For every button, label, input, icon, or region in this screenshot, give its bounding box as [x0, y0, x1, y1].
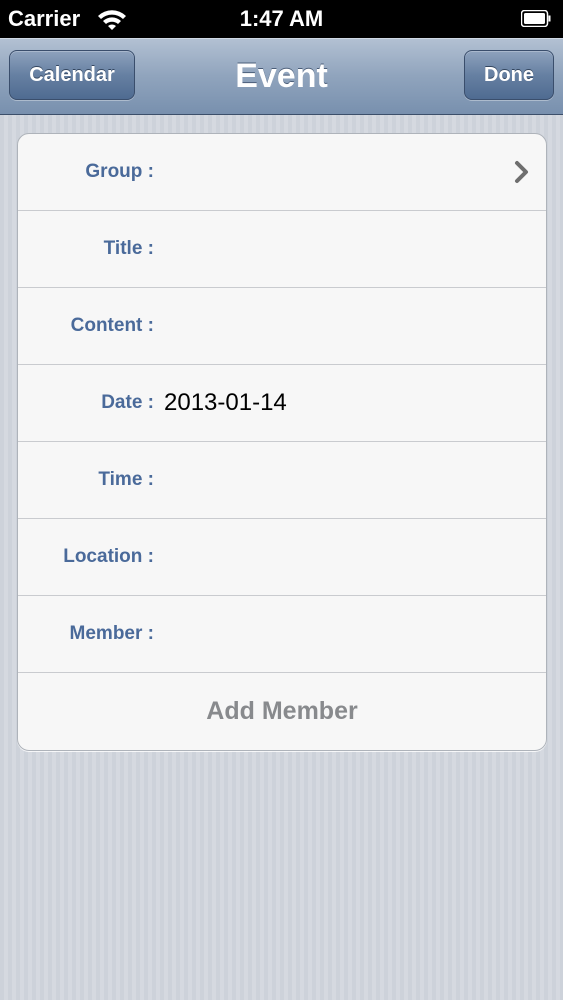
time-row[interactable]: Time : — [18, 442, 546, 519]
date-label: Date : — [101, 392, 154, 413]
status-time: 1:47 AM — [239, 6, 324, 31]
done-button[interactable]: Done — [464, 50, 554, 100]
battery-icon — [521, 10, 551, 27]
location-row[interactable]: Location : — [18, 519, 546, 596]
location-value[interactable] — [164, 519, 506, 595]
group-row[interactable]: Group : — [18, 134, 546, 211]
content-label: Content : — [70, 315, 154, 336]
date-value[interactable]: 2013-01-14 — [164, 365, 506, 441]
content-value[interactable] — [164, 288, 506, 364]
time-value[interactable] — [164, 442, 506, 518]
content-row[interactable]: Content : — [18, 288, 546, 365]
add-member-button[interactable]: Add Member — [18, 673, 546, 749]
member-label: Member : — [69, 623, 154, 644]
member-value[interactable] — [164, 596, 506, 672]
status-bar: Carrier 1:47 AM — [0, 0, 563, 38]
title-value[interactable] — [164, 211, 506, 287]
navigation-bar: Calendar Event Done — [0, 38, 563, 115]
event-form: Group : Title : Content : Date : 2013-01… — [17, 133, 547, 751]
title-label: Title : — [103, 238, 154, 259]
time-label: Time : — [98, 469, 154, 490]
group-label: Group : — [85, 161, 154, 182]
member-row[interactable]: Member : — [18, 596, 546, 673]
group-value — [164, 134, 506, 210]
location-label: Location : — [63, 546, 154, 567]
chevron-right-icon — [515, 161, 528, 183]
date-row[interactable]: Date : 2013-01-14 — [18, 365, 546, 442]
title-row[interactable]: Title : — [18, 211, 546, 288]
